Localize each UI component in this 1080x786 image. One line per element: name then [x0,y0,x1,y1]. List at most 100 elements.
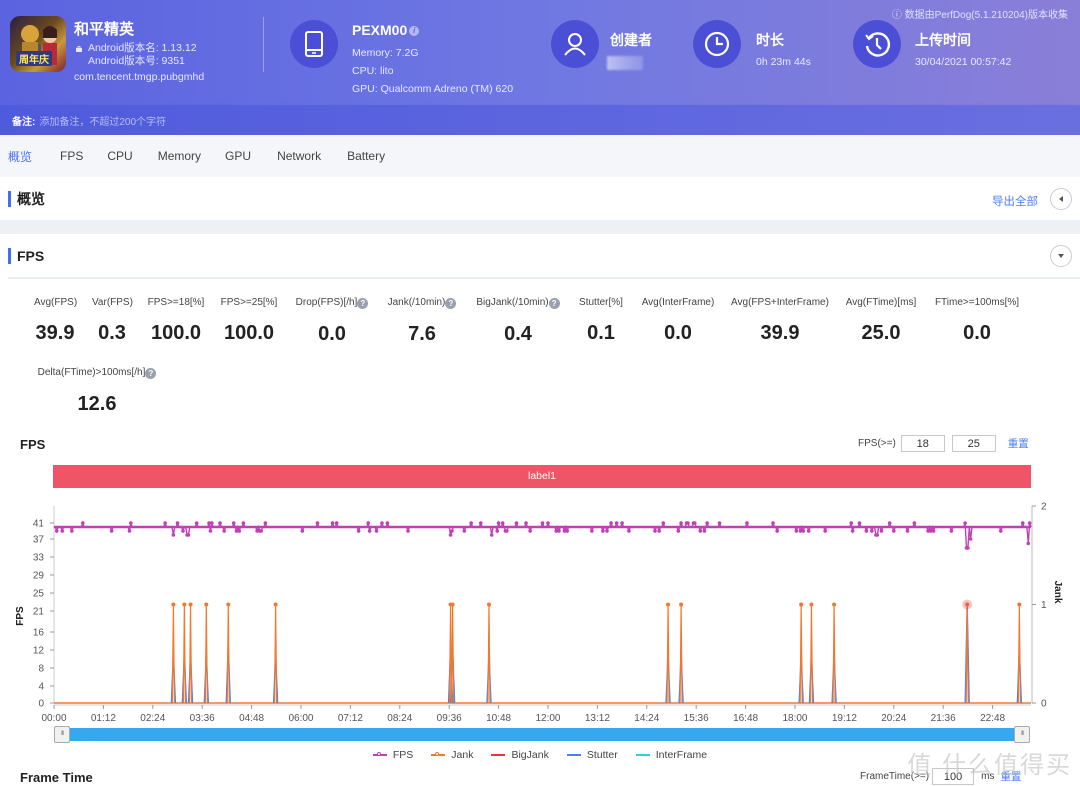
collapse-sidebar-button[interactable] [1050,188,1072,210]
app-name: 和平精英 [74,21,135,38]
y-tick-label: 37 [33,535,45,546]
tab-gpu[interactable]: GPU [213,149,263,163]
slider-handle-end[interactable]: III [1014,726,1030,743]
x-tick-label: 22:48 [980,713,1005,724]
fps-point [171,533,176,537]
jank-point [188,602,193,607]
fps-point [557,529,561,533]
fps-point [745,521,749,525]
tab-memory[interactable]: Memory [145,149,213,163]
note-input[interactable]: 添加备注，不超过200个字符 [39,113,166,128]
help-icon[interactable]: ? [548,298,560,309]
fps-point [887,521,892,525]
slider-handle-start[interactable]: III [54,726,70,743]
y-tick-label: 4 [38,682,44,693]
metric-avg-fps-interframe: Avg(FPS+InterFrame) 39.9 [731,297,829,344]
metric-drop-fps: Drop(FPS)[/h]? 0.0 [294,297,370,346]
jank-spike [188,604,193,704]
fps-point [81,521,85,525]
export-all-link[interactable]: 导出全部 [992,193,1038,209]
y-axis-label: FPS [15,606,26,626]
fps-point [879,529,884,533]
fps-point [366,521,371,525]
fps-point [806,529,811,533]
tab-cpu[interactable]: CPU [95,149,144,163]
help-icon[interactable]: ? [357,298,369,309]
fps-threshold-input-2[interactable] [951,435,996,452]
report-header: 周年庆 和平精英 Android版本名: 1.13.12 Android版本号:… [0,0,1080,105]
jank-point [182,602,187,607]
legend-item-fps[interactable]: FPS [372,749,413,761]
x-tick-label: 21:36 [931,713,956,724]
fps-point [679,521,683,525]
legend-item-interframe[interactable]: InterFrame [635,749,707,761]
fps-point [966,546,970,550]
fps-point [210,521,214,525]
fps-point [546,521,550,525]
tab-battery[interactable]: Battery [333,149,397,163]
jank-point [450,602,455,607]
jank-point [832,602,837,607]
legend-item-jank[interactable]: Jank [431,749,473,761]
fps-point [489,533,494,537]
fps-point [968,537,973,541]
legend-item-stutter[interactable]: Stutter [566,749,618,761]
fps-point [794,529,799,533]
metric-var-fps: Var(FPS) 0.3 [92,297,133,344]
creator-title: 创建者 [610,32,652,48]
tab-overview[interactable]: 概览 [0,148,44,165]
jank-point [809,602,814,607]
fps-point [356,529,361,533]
android-icon [76,45,82,52]
jank-point [486,602,491,607]
fps-point [495,529,500,533]
jank-point [799,602,804,607]
fps-section-toggle-button[interactable] [1050,245,1072,267]
info-circle-icon: ⓘ [891,10,905,21]
metric-ftime-ge-100: FTime>=100ms[%] 0.0 [934,297,1020,344]
x-tick-label: 16:48 [733,713,758,724]
duration-value: 0h 23m 44s [756,56,811,68]
jank-spike [171,604,175,704]
metric-stutter: Stutter[%] 0.1 [579,297,623,344]
fps-point [875,533,880,537]
x-tick-label: 20:24 [881,713,906,724]
fps-chart[interactable]: 0481216212529333741 012 00:00 01:12 02:24 0… [0,498,1080,728]
legend-item-bigjank[interactable]: BigJank [491,749,549,761]
fps-point [208,529,213,533]
section-gap [0,220,1080,234]
x-tick-label: 03:36 [190,713,215,724]
y2-axis-label: Jank [1052,581,1063,604]
fps-point [620,521,624,525]
tab-fps[interactable]: FPS [44,149,95,163]
fps-point [500,521,505,525]
fps-reset-link[interactable]: 重置 [1008,436,1029,451]
fps-point [850,529,855,533]
note-bar[interactable]: 备注: 添加备注，不超过200个字符 [0,105,1080,135]
jank-point [679,602,684,607]
fps-point [450,529,454,533]
fps-point [601,529,605,533]
fps-point [949,529,954,533]
fps-point [702,529,707,533]
y-tick-label: 0 [38,699,44,710]
help-icon[interactable]: ? [145,368,157,379]
device-info-icon[interactable]: i [409,26,420,37]
fps-point [385,521,390,525]
fps-point [380,521,384,525]
y-tick-label: 21 [33,607,45,618]
label-bar[interactable]: label1 [53,465,1031,488]
fps-point [693,521,697,525]
fps-point [109,529,114,533]
y-tick-label: 16 [33,628,45,639]
time-range-slider[interactable] [54,728,1030,741]
fps-point [771,521,775,525]
fps-point [514,521,519,525]
fps-point [717,521,722,525]
help-icon[interactable]: ? [445,298,457,309]
tab-network[interactable]: Network [263,149,333,163]
y-tick-label: 33 [33,553,45,564]
fps-threshold-input-1[interactable] [900,435,945,452]
fps-point [241,521,246,525]
user-icon [551,20,599,68]
